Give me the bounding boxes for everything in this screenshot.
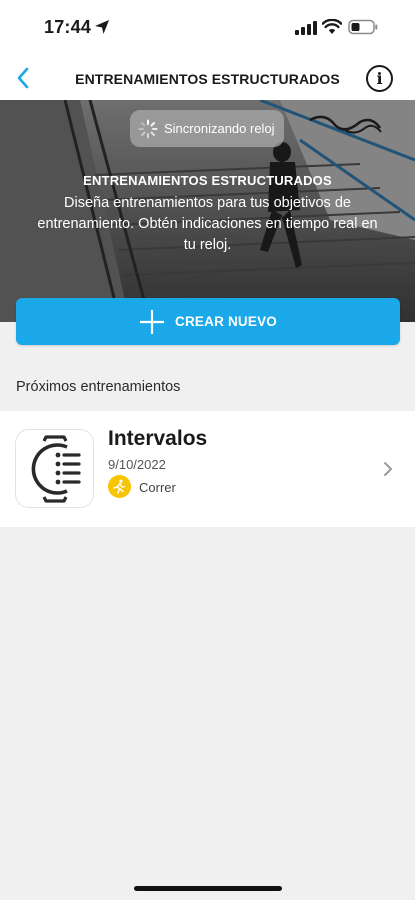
page-title: ENTRENAMIENTOS ESTRUCTURADOS <box>75 71 340 87</box>
create-new-button[interactable]: CREAR NUEVO <box>16 298 400 345</box>
status-time: 17:44 <box>44 17 92 37</box>
create-new-label: CREAR NUEVO <box>175 314 277 329</box>
spinner-icon <box>138 119 158 138</box>
hero-banner: Sincronizando reloj ENTRENAMIENTOS ESTRU… <box>0 100 415 322</box>
workout-name: Intervalos <box>108 427 208 450</box>
plus-icon <box>140 309 165 334</box>
running-icon <box>113 479 126 494</box>
section-title: Próximos entrenamientos <box>16 379 181 395</box>
cellular-signal-icon <box>295 21 317 35</box>
workout-date: 9/10/2022 <box>108 457 166 472</box>
home-indicator[interactable] <box>134 886 282 891</box>
sport-badge <box>108 475 131 498</box>
hero-description: Diseña entrenamientos para tus objetivos… <box>37 195 378 253</box>
workout-thumbnail <box>15 429 94 508</box>
wifi-icon <box>322 19 342 34</box>
battery-icon <box>348 19 378 35</box>
chevron-right-icon <box>384 462 392 476</box>
info-button[interactable]: i <box>366 65 393 92</box>
watch-workout-icon <box>31 434 81 503</box>
location-arrow-icon <box>95 20 109 34</box>
info-icon: i <box>376 69 383 88</box>
nav-bar: ENTRENAMIENTOS ESTRUCTURADOS i <box>0 56 415 100</box>
sync-status-pill: Sincronizando reloj <box>130 110 284 147</box>
sync-status-text: Sincronizando reloj <box>164 121 275 136</box>
status-bar: 17:44 <box>0 0 415 56</box>
list-item[interactable]: Intervalos 9/10/2022 Correr <box>0 411 415 527</box>
hero-title: ENTRENAMIENTOS ESTRUCTURADOS <box>83 173 332 188</box>
sport-label: Correr <box>139 480 176 495</box>
